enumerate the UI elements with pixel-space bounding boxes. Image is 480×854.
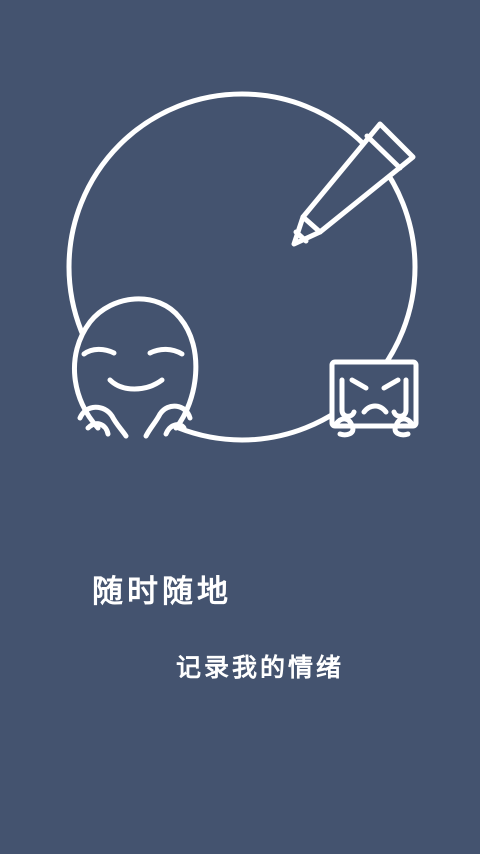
tagline-secondary: 记录我的情绪 [176, 653, 345, 682]
crying-face-icon [329, 359, 419, 438]
splash-screen: 随时随地 记录我的情绪 [0, 0, 480, 854]
splash-illustration [66, 91, 419, 443]
smiling-face-icon [71, 296, 199, 439]
tagline-primary: 随时随地 [92, 574, 232, 610]
